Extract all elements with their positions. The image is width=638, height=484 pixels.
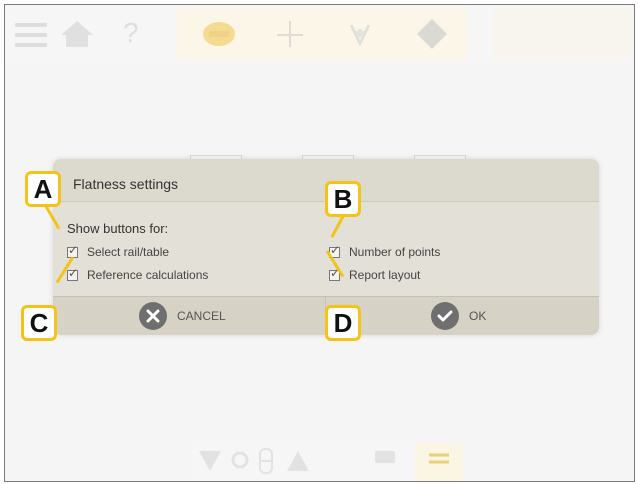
home-icon[interactable]	[59, 19, 95, 54]
ok-label: OK	[469, 309, 487, 323]
callout-c: C	[21, 305, 57, 341]
show-buttons-label: Show buttons for:	[67, 221, 169, 236]
flatness-icon[interactable]	[201, 19, 237, 54]
toolbar-status-area	[493, 9, 631, 59]
ok-button[interactable]: OK	[431, 297, 486, 335]
app-window: ? Flatness settings Show buttons for: ✓ …	[4, 4, 635, 482]
option-number-of-points[interactable]: ✓ Number of points	[329, 243, 441, 259]
arrow-up-icon[interactable]	[285, 449, 311, 478]
checkmark-circle-icon	[431, 302, 459, 330]
valve-icon[interactable]	[345, 19, 375, 54]
callout-d: D	[325, 305, 361, 341]
settings-icon[interactable]	[231, 451, 249, 474]
report-icon[interactable]	[373, 449, 397, 472]
checkmark-icon: ✓	[68, 265, 79, 280]
cancel-label: CANCEL	[177, 309, 226, 323]
option-label: Report layout	[349, 268, 421, 282]
checkbox[interactable]: ✓	[67, 266, 78, 281]
dialog-title: Flatness settings	[73, 176, 179, 192]
option-label: Reference calculations	[87, 268, 209, 282]
top-toolbar: ?	[5, 5, 634, 63]
cancel-button[interactable]: CANCEL	[139, 297, 226, 335]
option-label: Select rail/table	[87, 245, 170, 259]
crosshair-icon[interactable]	[275, 19, 305, 54]
arrow-down-icon[interactable]	[197, 449, 223, 478]
callout-a: A	[25, 171, 61, 207]
menu-icon[interactable]	[15, 23, 47, 47]
callout-b: B	[325, 181, 361, 217]
help-icon[interactable]: ?	[123, 17, 139, 49]
option-reference-calculations[interactable]: ✓ Reference calculations	[67, 266, 209, 282]
option-select-rail-table[interactable]: ✓ Select rail/table	[67, 242, 170, 259]
number-icon[interactable]	[257, 447, 275, 480]
cancel-icon	[139, 302, 167, 330]
bottom-active-button[interactable]	[415, 443, 463, 481]
diamond-icon[interactable]	[415, 17, 449, 56]
option-label: Number of points	[349, 245, 441, 259]
checkmark-icon: ✓	[68, 242, 79, 257]
